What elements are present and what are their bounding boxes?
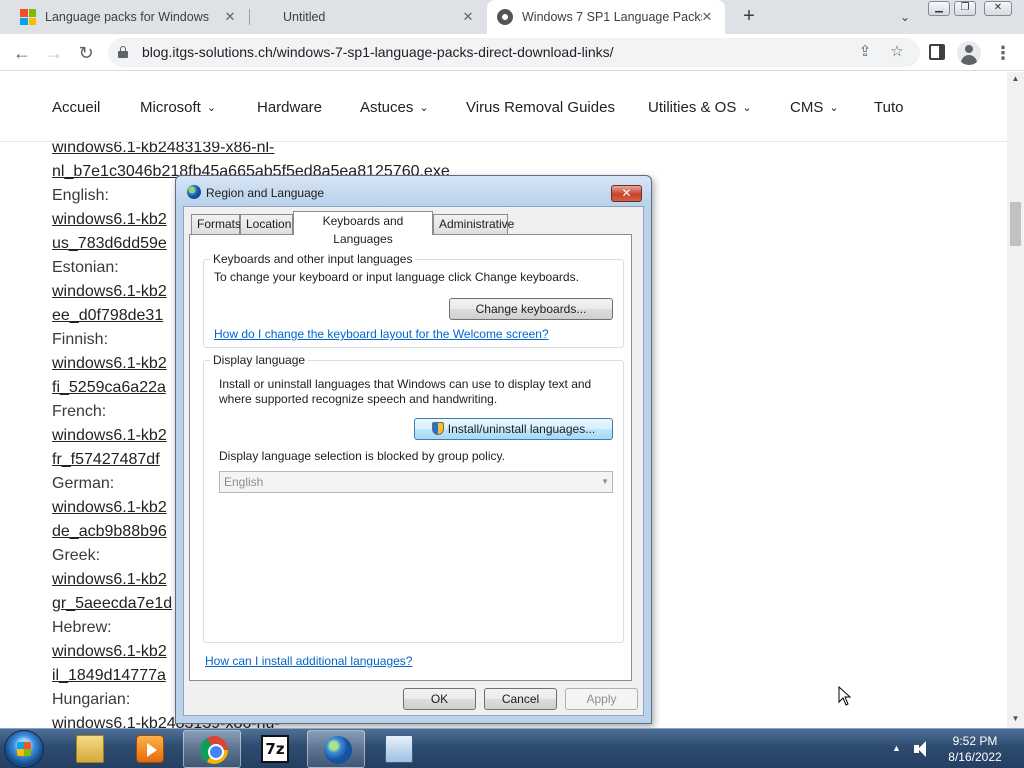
group-title: Keyboards and other input languages: [210, 252, 416, 266]
blocked-by-policy-text: Display language selection is blocked by…: [219, 449, 505, 463]
dialog-title: Region and Language: [206, 186, 325, 200]
nav-item-tuto[interactable]: Tuto: [874, 99, 903, 116]
bookmark-star-icon[interactable]: ☆: [887, 42, 907, 62]
chevron-down-icon: ▼: [601, 477, 609, 486]
chevron-down-icon: ⌄: [742, 102, 752, 114]
nav-item-microsoft[interactable]: Microsoft ⌄: [140, 99, 216, 116]
nav-item-virus-removal-guides[interactable]: Virus Removal Guides: [466, 99, 615, 116]
group-title: Display language: [210, 353, 309, 367]
lock-icon[interactable]: [118, 46, 128, 58]
chevron-down-icon: ⌄: [419, 102, 429, 114]
keyboards-description: To change your keyboard or input languag…: [214, 270, 579, 284]
display-language-select[interactable]: English ▼: [219, 471, 613, 493]
nav-item-cms[interactable]: CMS ⌄: [790, 99, 839, 116]
forward-arrow-icon[interactable]: →: [42, 41, 66, 65]
globe-icon: [187, 185, 201, 199]
chrome-icon: [200, 736, 228, 764]
taskbar-item-chrome[interactable]: [183, 730, 241, 768]
browser-toolbar: ← → ↻ blog.itgs-solutions.ch/windows-7-s…: [0, 34, 1024, 71]
chevron-down-icon: ⌄: [206, 102, 217, 114]
welcome-screen-keyboard-help-link[interactable]: How do I change the keyboard layout for …: [214, 327, 549, 341]
tab-windows7-language-packs[interactable]: Windows 7 SP1 Language Packs ✕: [487, 0, 725, 34]
taskbar-item-7zip[interactable]: 7z: [245, 730, 303, 768]
page-scrollbar[interactable]: ▲ ▼: [1007, 72, 1024, 728]
taskbar-item-media-player[interactable]: [120, 730, 178, 768]
ok-button[interactable]: OK: [403, 688, 476, 710]
share-icon[interactable]: ⇪: [855, 42, 875, 62]
back-arrow-icon[interactable]: ←: [10, 41, 34, 65]
browser-tab-strip: Language packs for Windows ✕ Untitled ✕ …: [0, 0, 1024, 34]
close-tab-icon[interactable]: ✕: [460, 9, 476, 25]
tab-title: Language packs for Windows: [45, 10, 209, 24]
cancel-button[interactable]: Cancel: [484, 688, 557, 710]
folder-icon: [76, 735, 104, 763]
tab-location[interactable]: Location: [240, 214, 293, 234]
close-tab-icon[interactable]: ✕: [222, 9, 238, 25]
show-hidden-icons-icon[interactable]: ▲: [892, 743, 901, 753]
reload-icon[interactable]: ↻: [74, 41, 98, 65]
tab-language-packs[interactable]: Language packs for Windows ✕: [8, 0, 248, 34]
chevron-down-icon: ⌄: [829, 102, 839, 114]
nav-item-astuces[interactable]: Astuces ⌄: [360, 99, 429, 116]
display-language-group: Display language Install or uninstall la…: [203, 353, 624, 643]
control-panel-icon: [385, 735, 413, 763]
nav-item-hardware[interactable]: Hardware: [257, 99, 322, 116]
speaker-icon[interactable]: [914, 741, 932, 757]
nav-item-accueil[interactable]: Accueil: [52, 99, 100, 116]
clock-time: 9:52 PM: [952, 734, 998, 748]
tab-title: Windows 7 SP1 Language Packs: [522, 10, 702, 24]
tab-formats[interactable]: Formats: [191, 214, 241, 234]
close-tab-icon[interactable]: ✕: [699, 9, 715, 25]
microsoft-logo-icon: [20, 9, 36, 25]
site-navigation: Accueil Microsoft ⌄ Hardware Astuces ⌄ Vir…: [0, 72, 1007, 142]
uac-shield-icon: [431, 422, 444, 435]
site-favicon-icon: [497, 9, 513, 25]
start-button[interactable]: [4, 730, 44, 768]
dialog-titlebar[interactable]: Region and Language ✕: [176, 176, 651, 206]
restore-window-icon[interactable]: ❐: [954, 1, 976, 16]
taskbar-item-explorer[interactable]: [60, 730, 118, 768]
dialog-close-button[interactable]: ✕: [611, 185, 642, 202]
clock-date: 8/16/2022: [948, 750, 1002, 764]
close-window-icon[interactable]: ✕: [984, 1, 1012, 16]
region-and-language-dialog: Region and Language ✕ Formats Location K…: [175, 175, 652, 724]
keyboards-group: Keyboards and other input languages To c…: [203, 252, 624, 348]
apply-button[interactable]: Apply: [565, 688, 638, 710]
media-player-icon: [136, 735, 164, 763]
taskbar-item-region-and-language[interactable]: [307, 730, 365, 768]
install-uninstall-languages-button[interactable]: Install/uninstall languages...: [414, 418, 613, 440]
taskbar: 7z ▲ 9:52 PM 8/16/2022: [0, 728, 1024, 768]
url-text[interactable]: blog.itgs-solutions.ch/windows-7-sp1-lan…: [142, 44, 614, 60]
tab-title: Untitled: [283, 10, 326, 24]
profile-avatar-icon[interactable]: [957, 41, 981, 65]
tab-administrative[interactable]: Administrative: [433, 214, 514, 234]
address-bar[interactable]: blog.itgs-solutions.ch/windows-7-sp1-lan…: [108, 38, 920, 67]
change-keyboards-button[interactable]: Change keyboards...: [449, 298, 613, 320]
tab-search-icon[interactable]: ⌄: [896, 8, 914, 26]
install-additional-languages-link[interactable]: How can I install additional languages?: [205, 654, 412, 668]
tab-panel: Keyboards and other input languages To c…: [189, 234, 632, 681]
selected-language: English: [224, 475, 264, 489]
minimize-window-icon[interactable]: ▁: [928, 1, 950, 16]
7zip-icon: 7z: [261, 735, 289, 763]
tab-untitled[interactable]: Untitled ✕: [250, 0, 486, 34]
scroll-up-icon[interactable]: ▲: [1007, 72, 1024, 86]
scrollbar-thumb[interactable]: [1010, 202, 1021, 246]
system-clock[interactable]: 9:52 PM 8/16/2022: [940, 733, 1010, 765]
tab-keyboards-and-languages[interactable]: Keyboards and Languages: [293, 211, 433, 246]
nav-item-utilities-os[interactable]: Utilities & OS ⌄: [648, 99, 752, 116]
taskbar-item-control-panel[interactable]: [369, 730, 427, 768]
new-tab-button[interactable]: +: [738, 5, 760, 27]
kebab-menu-icon[interactable]: ⋮: [994, 41, 1012, 65]
dialog-body: Formats Location Keyboards and Languages…: [183, 206, 644, 716]
button-label: Install/uninstall languages...: [447, 422, 596, 436]
side-panel-icon[interactable]: [929, 44, 945, 60]
display-language-description: Install or uninstall languages that Wind…: [219, 377, 592, 406]
globe-icon: [324, 736, 352, 764]
scroll-down-icon[interactable]: ▼: [1007, 712, 1024, 726]
